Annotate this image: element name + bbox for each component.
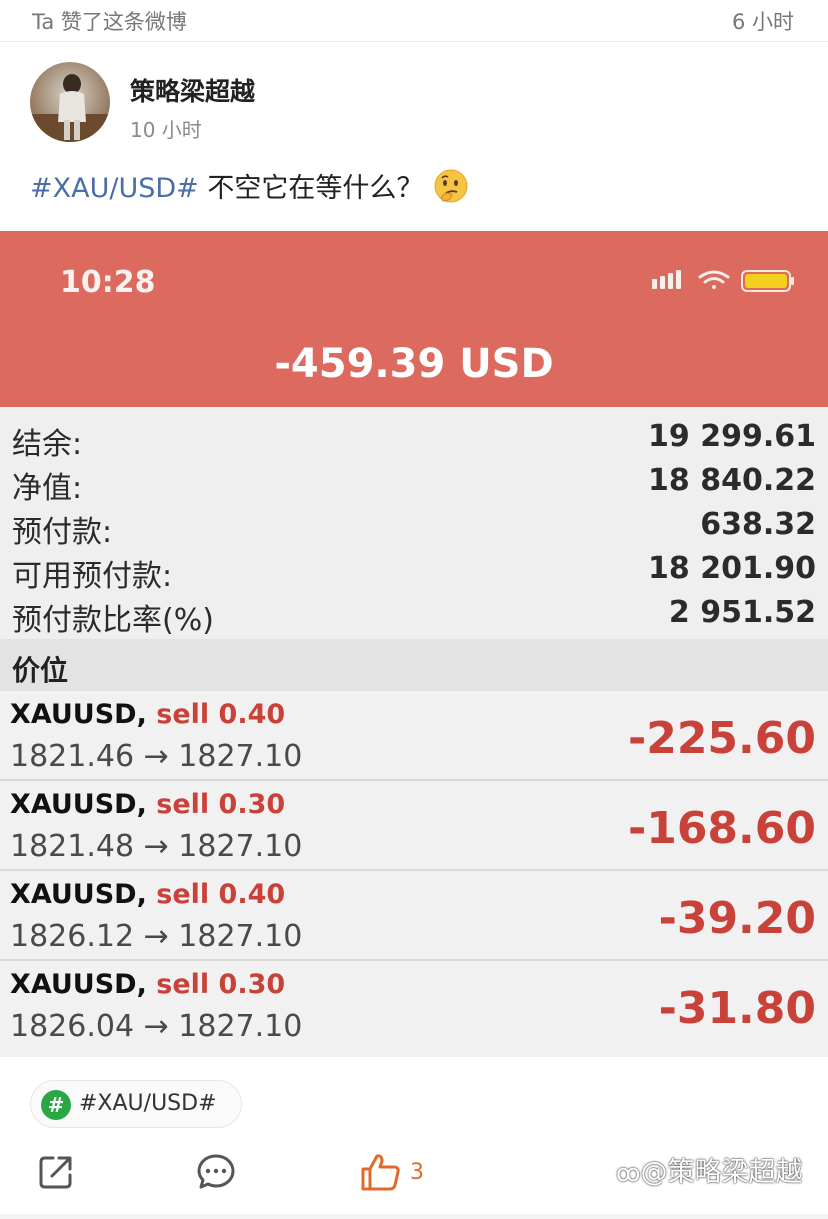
position-pnl: -168.60 — [627, 803, 816, 854]
hashtag-icon: # — [41, 1090, 71, 1120]
divider — [0, 1214, 828, 1219]
position-row: XAUUSD, sell 0.30 1821.48 → 1827.10 -168… — [0, 781, 828, 871]
like-notice-text: Ta 赞了这条微博 — [32, 10, 187, 34]
position-side: sell 0.40 — [156, 879, 286, 910]
avatar[interactable] — [30, 62, 110, 142]
post-time: 10 小时 — [130, 118, 202, 142]
summary-row-margin-level: 预付款比率(%) 2 951.52 — [0, 591, 828, 638]
summary-row-free-margin: 可用预付款: 18 201.90 — [0, 547, 828, 594]
position-symbol: XAUUSD, — [10, 699, 147, 730]
position-side: sell 0.30 — [156, 789, 286, 820]
like-notice-bar: Ta 赞了这条微博 6 小时 — [0, 0, 828, 42]
comment-button[interactable] — [196, 1152, 236, 1196]
position-symbol: XAUUSD, — [10, 969, 147, 1000]
position-row: XAUUSD, sell 0.40 1826.12 → 1827.10 -39.… — [0, 871, 828, 961]
summary-value: 2 951.52 — [668, 595, 816, 630]
summary-value: 19 299.61 — [648, 419, 816, 454]
watermark: ꝏ@策略梁超越 — [616, 1150, 802, 1189]
like-button[interactable] — [360, 1152, 402, 1196]
position-symbol: XAUUSD, — [10, 879, 147, 910]
like-notice-time: 6 小时 — [731, 10, 794, 34]
share-icon — [39, 1156, 72, 1189]
summary-row-balance: 结余: 19 299.61 — [0, 415, 828, 462]
position-prices: 1821.48 → 1827.10 — [10, 829, 303, 864]
thinking-face-icon — [433, 168, 469, 211]
summary-label: 预付款比率(%) — [12, 603, 214, 638]
positions-section-header: 价位 — [0, 639, 828, 691]
position-title: XAUUSD, sell 0.40 — [10, 879, 285, 910]
position-prices: 1826.04 → 1827.10 — [10, 1009, 303, 1044]
summary-value: 18 201.90 — [648, 551, 816, 586]
status-clock: 10:28 — [60, 265, 156, 300]
author-name[interactable]: 策略梁超越 — [130, 72, 255, 108]
wifi-icon — [698, 270, 730, 289]
account-summary: 结余: 19 299.61 净值: 18 840.22 预付款: 638.32 … — [0, 407, 828, 639]
position-title: XAUUSD, sell 0.30 — [10, 969, 285, 1000]
share-button[interactable] — [36, 1152, 76, 1196]
status-icons — [650, 267, 800, 295]
summary-label: 结余: — [12, 427, 83, 462]
section-title: 价位 — [12, 654, 69, 687]
watermark-text: @策略梁超越 — [640, 1157, 803, 1188]
position-row: XAUUSD, sell 0.40 1821.46 → 1827.10 -225… — [0, 691, 828, 781]
trading-screenshot-image[interactable]: 10:28 -459.39 USD 结余: 19 299.61 净值: 18 8… — [0, 231, 828, 1057]
position-row: XAUUSD, sell 0.30 1826.04 → 1827.10 -31.… — [0, 961, 828, 1051]
topic-label: #XAU/USD# — [79, 1091, 217, 1116]
weibo-logo-icon: ꝏ — [616, 1159, 641, 1187]
summary-label: 可用预付款: — [12, 559, 173, 594]
position-side: sell 0.30 — [156, 969, 286, 1000]
position-prices: 1821.46 → 1827.10 — [10, 739, 303, 774]
position-pnl: -39.20 — [658, 893, 816, 944]
position-title: XAUUSD, sell 0.30 — [10, 789, 285, 820]
summary-row-margin: 预付款: 638.32 — [0, 503, 828, 550]
position-side: sell 0.40 — [156, 699, 286, 730]
summary-value: 18 840.22 — [648, 463, 816, 498]
like-count: 3 — [410, 1160, 424, 1185]
position-title: XAUUSD, sell 0.40 — [10, 699, 285, 730]
summary-label: 预付款: — [12, 515, 113, 550]
summary-label: 净值: — [12, 471, 83, 506]
trading-app-header: 10:28 -459.39 USD — [0, 231, 828, 407]
position-symbol: XAUUSD, — [10, 789, 147, 820]
battery-icon — [741, 270, 794, 292]
summary-row-equity: 净值: 18 840.22 — [0, 459, 828, 506]
post-text: #XAU/USD# 不空它在等什么？ — [30, 166, 469, 211]
thumbs-up-icon — [361, 1154, 400, 1191]
position-pnl: -31.80 — [658, 983, 816, 1034]
floating-pl-total: -459.39 USD — [274, 341, 554, 387]
post-body: 不空它在等什么？ — [198, 173, 424, 204]
post-hashtag-link[interactable]: #XAU/USD# — [30, 173, 199, 204]
position-pnl: -225.60 — [627, 713, 816, 764]
signal-icon — [652, 270, 681, 289]
comment-icon — [197, 1154, 235, 1189]
summary-value: 638.32 — [700, 507, 816, 542]
position-prices: 1826.12 → 1827.10 — [10, 919, 303, 954]
topic-chip[interactable]: # #XAU/USD# — [30, 1080, 242, 1128]
